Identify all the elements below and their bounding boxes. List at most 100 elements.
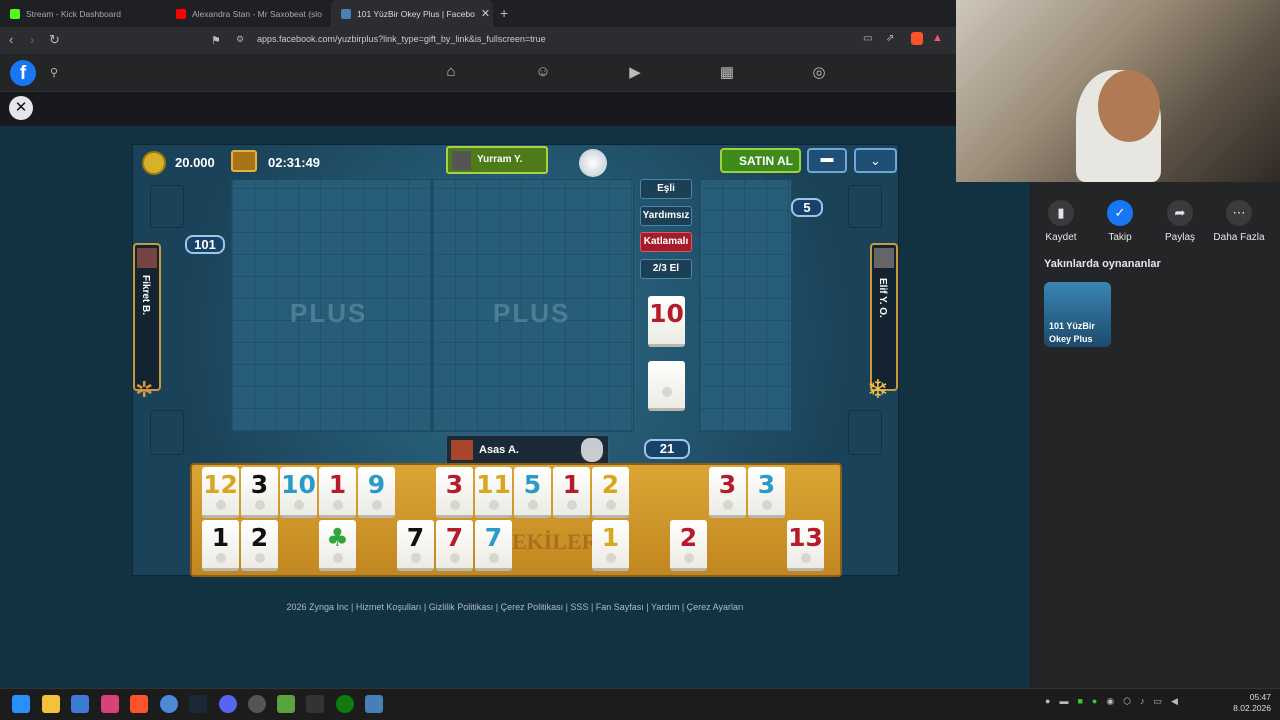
tray-icon[interactable]: ■: [1077, 696, 1082, 712]
meld-area-side[interactable]: [699, 179, 792, 432]
close-tab-icon[interactable]: ✕: [481, 7, 490, 20]
chat-button[interactable]: ▬: [807, 148, 847, 173]
chest-icon[interactable]: [231, 150, 257, 172]
back-icon[interactable]: ‹: [9, 32, 13, 47]
rack-tile[interactable]: 7: [397, 520, 434, 571]
rack-tile[interactable]: ♣: [319, 520, 356, 571]
brave-browser-icon[interactable]: [130, 695, 148, 713]
home-icon[interactable]: ⌂: [441, 63, 461, 83]
tab-okey-plus[interactable]: 101 YüzBir Okey Plus | Facebo ✕: [331, 0, 493, 27]
tray-icon[interactable]: ◉: [1106, 696, 1114, 712]
app-icon[interactable]: [160, 695, 178, 713]
site-settings-icon[interactable]: ⚙: [236, 34, 244, 45]
rack-empty-slot[interactable]: [631, 467, 668, 518]
share-button[interactable]: ➦ Paylaş: [1154, 200, 1206, 243]
menu-dropdown-button[interactable]: ⌄: [854, 148, 897, 173]
tray-icon[interactable]: ●: [1045, 696, 1050, 712]
rewards-icon[interactable]: ▲: [932, 32, 943, 44]
windows-start-icon[interactable]: [12, 695, 30, 713]
url-field[interactable]: apps.facebook.com/yuzbirplus?link_type=g…: [228, 30, 860, 50]
rack-tile[interactable]: 1: [592, 520, 629, 571]
discard-slot-bottom-left[interactable]: [150, 410, 184, 455]
steam-icon[interactable]: [189, 695, 207, 713]
tray-icon[interactable]: ⬡: [1123, 696, 1131, 712]
forward-icon[interactable]: ›: [30, 32, 34, 47]
rack-empty-slot[interactable]: [670, 467, 707, 518]
marketplace-icon[interactable]: ▦: [717, 63, 737, 83]
bottom-player-plate[interactable]: Asas A.: [446, 435, 609, 465]
cast-icon[interactable]: ▭: [863, 33, 872, 44]
top-player-plate[interactable]: Yurram Y.: [446, 146, 548, 174]
facebook-logo-icon[interactable]: f: [10, 60, 36, 86]
system-clock[interactable]: 05:47 8.02.2026: [1226, 692, 1271, 714]
tab-youtube[interactable]: Alexandra Stan - Mr Saxobeat (slo: [166, 0, 330, 27]
rack-tile[interactable]: 7: [475, 520, 512, 571]
rack-empty-slot[interactable]: [280, 520, 317, 571]
share-icon[interactable]: ⇗: [886, 33, 894, 44]
tray-icon[interactable]: ▬: [1059, 696, 1068, 712]
discard-slot-top-right[interactable]: [848, 185, 882, 228]
rack-empty-slot[interactable]: [358, 520, 395, 571]
tab-kick-dashboard[interactable]: Stream - Kick Dashboard: [0, 0, 166, 27]
rack-tile[interactable]: 12: [202, 467, 239, 518]
bookmark-icon[interactable]: ⚑: [211, 34, 221, 47]
rack-empty-slot[interactable]: [397, 467, 434, 518]
tile-rack[interactable]: EKİLER 12 3 10 1 9 3 11 5 1 2 3 3 1 2 ♣ 7 7 7 1 2 13: [190, 463, 842, 577]
reload-icon[interactable]: ↻: [49, 32, 60, 48]
recent-game-label[interactable]: 101 YüzBir Okey Plus: [1049, 320, 1109, 346]
search-icon[interactable]: ⚲: [50, 66, 58, 79]
close-fullscreen-button[interactable]: ✕: [9, 96, 33, 120]
rack-empty-slot[interactable]: [709, 520, 746, 571]
app-icon[interactable]: [71, 695, 89, 713]
brave-shield-icon[interactable]: [911, 32, 923, 45]
rack-empty-slot[interactable]: [514, 520, 551, 571]
rack-empty-slot[interactable]: [631, 520, 668, 571]
rack-tile[interactable]: 1: [319, 467, 356, 518]
draw-pile-tile[interactable]: [648, 361, 685, 411]
rack-tile[interactable]: 1: [553, 467, 590, 518]
groups-icon[interactable]: ◎: [809, 63, 829, 83]
new-tab-icon[interactable]: +: [500, 5, 508, 21]
rack-tile[interactable]: 9: [358, 467, 395, 518]
obs-icon[interactable]: [248, 695, 266, 713]
buy-button[interactable]: SATIN AL: [720, 148, 801, 173]
rack-tile[interactable]: 2: [241, 520, 278, 571]
rack-tile[interactable]: 3: [748, 467, 785, 518]
follow-button[interactable]: ✓ Takip: [1094, 200, 1146, 243]
rack-tile[interactable]: 3: [709, 467, 746, 518]
app-icon[interactable]: [101, 695, 119, 713]
rack-empty-slot[interactable]: [553, 520, 590, 571]
discord-icon[interactable]: [219, 695, 237, 713]
file-explorer-icon[interactable]: [42, 695, 60, 713]
epic-games-icon[interactable]: [306, 695, 324, 713]
rack-tile[interactable]: 3: [436, 467, 473, 518]
tray-icon[interactable]: ●: [1092, 696, 1097, 712]
save-button[interactable]: ▮ Kaydet: [1035, 200, 1087, 243]
left-player-panel[interactable]: Fikret B.: [133, 243, 161, 391]
microphone-icon[interactable]: ♪: [1140, 696, 1145, 712]
discard-slot-bottom-right[interactable]: [848, 410, 882, 455]
right-player-panel[interactable]: Elif Y. O.: [870, 243, 898, 391]
rack-tile[interactable]: 11: [475, 467, 512, 518]
rack-tile[interactable]: 2: [592, 467, 629, 518]
system-tray[interactable]: ● ▬ ■ ● ◉ ⬡ ♪ ▭ ◀: [1045, 696, 1205, 712]
volume-icon[interactable]: ◀: [1171, 696, 1178, 712]
rack-tile[interactable]: 2: [670, 520, 707, 571]
rack-tile[interactable]: 13: [787, 520, 824, 571]
network-icon[interactable]: ▭: [1154, 696, 1163, 712]
xbox-icon[interactable]: [336, 695, 354, 713]
rack-empty-slot[interactable]: [748, 520, 785, 571]
meld-area-right[interactable]: PLUS: [432, 179, 634, 432]
more-button[interactable]: ⋯ Daha Fazla: [1213, 200, 1265, 243]
meld-area-left[interactable]: PLUS: [231, 179, 432, 432]
rack-tile[interactable]: 1: [202, 520, 239, 571]
rack-tile[interactable]: 5: [514, 467, 551, 518]
rack-tile[interactable]: 3: [241, 467, 278, 518]
friends-icon[interactable]: ☺: [533, 63, 553, 83]
discard-slot-top-left[interactable]: [150, 185, 184, 228]
rack-tile[interactable]: 10: [280, 467, 317, 518]
video-icon[interactable]: ▶: [625, 63, 645, 83]
app-icon[interactable]: [365, 695, 383, 713]
rack-tile[interactable]: 7: [436, 520, 473, 571]
minecraft-icon[interactable]: [277, 695, 295, 713]
